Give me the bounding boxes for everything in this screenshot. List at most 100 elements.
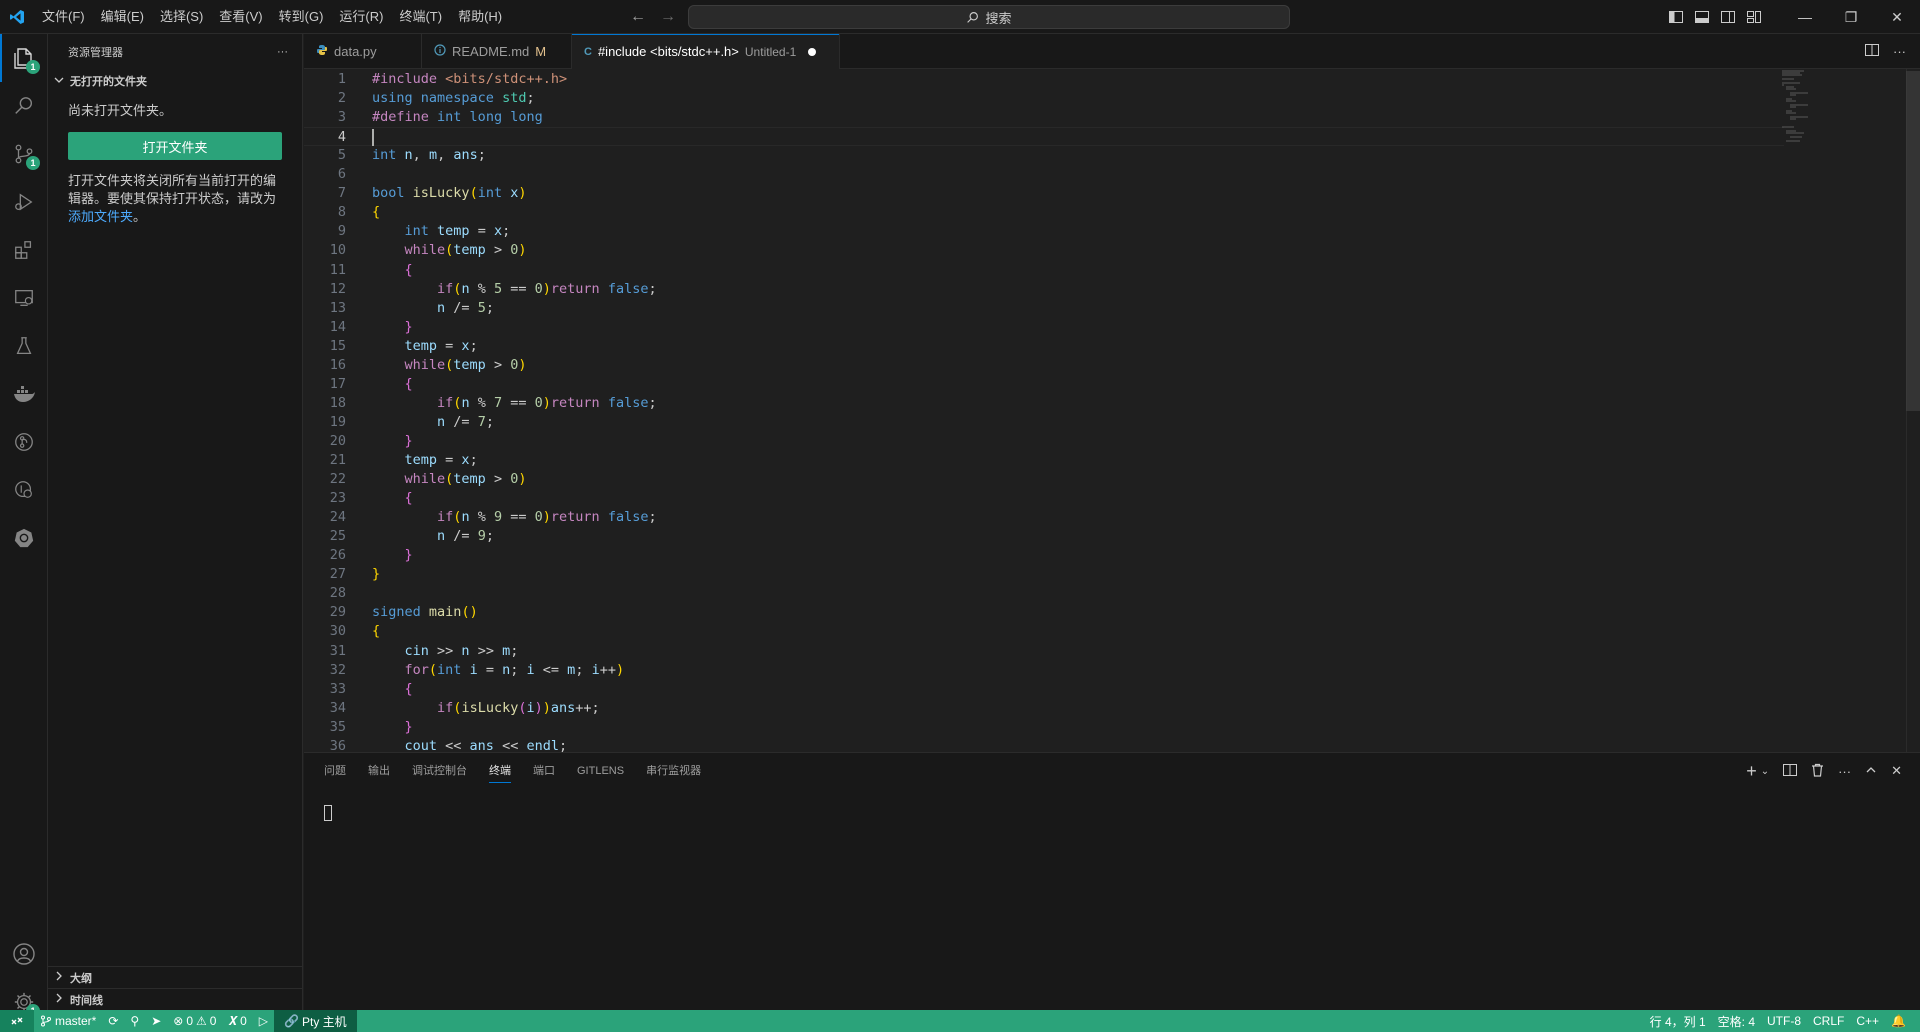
encoding[interactable]: UTF-8 <box>1761 1010 1807 1032</box>
source-control-icon[interactable]: 1 <box>0 130 48 178</box>
menu-help[interactable]: 帮助(H) <box>450 0 510 34</box>
customize-layout-icon[interactable] <box>1746 9 1762 25</box>
code-line[interactable]: 4 <box>304 127 1784 147</box>
close-panel-icon[interactable]: ✕ <box>1891 763 1902 779</box>
code-line[interactable]: 27} <box>304 565 1784 584</box>
tab-readme-md[interactable]: README.md M <box>422 34 572 69</box>
no-folder-section-header[interactable]: 无打开的文件夹 <box>48 70 302 92</box>
live-share-icon[interactable]: ➤ <box>145 1010 167 1032</box>
gitlens-icon[interactable] <box>0 418 48 466</box>
accounts-icon[interactable] <box>0 930 48 978</box>
code-line[interactable]: 33 { <box>304 680 1784 699</box>
code-line[interactable]: 31 cin >> n >> m; <box>304 642 1784 661</box>
panel-tab-problems[interactable]: 问题 <box>324 753 346 789</box>
add-folder-link[interactable]: 添加文件夹 <box>68 209 133 224</box>
remote-explorer-icon[interactable] <box>0 274 48 322</box>
code-line[interactable]: 6 <box>304 165 1784 184</box>
code-line[interactable]: 21 temp = x; <box>304 451 1784 470</box>
code-line[interactable]: 24 if(n % 9 == 0)return false; <box>304 508 1784 527</box>
outline-section-header[interactable]: 大纲 <box>48 966 303 988</box>
toggle-secondary-sidebar-icon[interactable] <box>1720 9 1736 25</box>
code-line[interactable]: 10 while(temp > 0) <box>304 241 1784 260</box>
command-center-search[interactable]: 搜索 <box>688 5 1290 29</box>
new-terminal-icon[interactable]: + <box>1746 761 1757 782</box>
ports-status[interactable]: 𝜲 0 <box>222 1010 252 1032</box>
code-line[interactable]: 20 } <box>304 432 1784 451</box>
panel-tab-debug-console[interactable]: 调试控制台 <box>412 753 467 789</box>
split-terminal-icon[interactable] <box>1783 763 1798 780</box>
code-line[interactable]: 1 #include <bits/stdc++.h> <box>304 70 1784 89</box>
scrollbar-thumb[interactable] <box>1906 71 1920 411</box>
code-line[interactable]: 7 bool isLucky(int x) <box>304 184 1784 203</box>
pty-host-status[interactable]: 🔗 Pty 主机 <box>274 1010 357 1032</box>
panel-tab-serial-monitor[interactable]: 串行监视器 <box>646 753 701 789</box>
indentation[interactable]: 空格: 4 <box>1712 1010 1761 1032</box>
code-line[interactable]: 13 n /= 5; <box>304 299 1784 318</box>
panel-tab-output[interactable]: 输出 <box>368 753 390 789</box>
menu-edit[interactable]: 编辑(E) <box>93 0 152 34</box>
toggle-primary-sidebar-icon[interactable] <box>1668 9 1684 25</box>
code-line[interactable]: 18 if(n % 7 == 0)return false; <box>304 394 1784 413</box>
more-actions-icon[interactable]: ··· <box>1838 764 1851 779</box>
terminal-cursor[interactable] <box>324 805 332 821</box>
code-line[interactable]: 14 } <box>304 318 1784 337</box>
explorer-icon[interactable]: 1 <box>0 34 48 82</box>
remote-indicator-icon[interactable] <box>0 1010 34 1032</box>
code-line[interactable]: 12 if(n % 5 == 0)return false; <box>304 280 1784 299</box>
restore-button[interactable]: ❐ <box>1828 0 1874 34</box>
editor-vertical-scrollbar[interactable] <box>1906 69 1920 752</box>
code-editor[interactable]: 1 #include <bits/stdc++.h> 2 using namespac… <box>304 69 1920 752</box>
menu-run[interactable]: 运行(R) <box>331 0 391 34</box>
minimap[interactable] <box>1780 69 1860 149</box>
code-line[interactable]: 8{ <box>304 203 1784 222</box>
sync-icon[interactable]: ⟳ <box>102 1010 124 1032</box>
code-line[interactable]: 28 <box>304 584 1784 603</box>
code-line[interactable]: 5 int n, m, ans; <box>304 146 1784 165</box>
timeline-section-header[interactable]: 时间线 <box>48 988 303 1010</box>
code-line[interactable]: 19 n /= 7; <box>304 413 1784 432</box>
toggle-panel-icon[interactable] <box>1694 9 1710 25</box>
panel-tab-terminal[interactable]: 终端 <box>489 753 511 789</box>
tab-untitled-1[interactable]: C #include <bits/stdc++.h> Untitled-1 <box>572 34 840 69</box>
trash-icon[interactable] <box>1811 763 1824 780</box>
kubernetes-icon[interactable] <box>0 514 48 562</box>
line-ending[interactable]: CRLF <box>1807 1010 1850 1032</box>
forward-arrow-icon[interactable]: → <box>660 8 676 26</box>
run-icon[interactable]: ▷ <box>253 1010 274 1032</box>
problems-status[interactable]: ⊗ 0 ⚠ 0 <box>167 1010 222 1032</box>
chevron-down-icon[interactable]: ⌄ <box>1761 766 1769 777</box>
code-line[interactable]: 35 } <box>304 718 1784 737</box>
gitlens-inspect-icon[interactable] <box>0 466 48 514</box>
menu-go[interactable]: 转到(G) <box>271 0 332 34</box>
code-line[interactable]: 29 signed main() <box>304 603 1784 622</box>
menu-selection[interactable]: 选择(S) <box>152 0 211 34</box>
code-line[interactable]: 32 for(int i = n; i <= m; i++) <box>304 661 1784 680</box>
more-actions-icon[interactable]: ··· <box>277 46 288 58</box>
minimize-button[interactable]: — <box>1782 0 1828 34</box>
code-line[interactable]: 11 { <box>304 261 1784 280</box>
search-view-icon[interactable] <box>0 82 48 130</box>
menu-view[interactable]: 查看(V) <box>211 0 270 34</box>
open-folder-button[interactable]: 打开文件夹 <box>68 132 282 160</box>
code-line[interactable]: 3 #define int long long <box>304 108 1784 127</box>
run-debug-icon[interactable] <box>0 178 48 226</box>
code-line[interactable]: 25 n /= 9; <box>304 527 1784 546</box>
branch-status[interactable]: master* <box>34 1010 102 1032</box>
more-actions-icon[interactable]: ··· <box>1893 44 1906 59</box>
testing-icon[interactable] <box>0 322 48 370</box>
back-arrow-icon[interactable]: ← <box>630 8 646 26</box>
code-line[interactable]: 30 { <box>304 622 1784 641</box>
code-line[interactable]: 2 using namespace std; <box>304 89 1784 108</box>
language-mode[interactable]: C++ <box>1850 1010 1885 1032</box>
code-line[interactable]: 17 { <box>304 375 1784 394</box>
tab-data-py[interactable]: data.py <box>304 34 422 69</box>
split-editor-icon[interactable] <box>1865 43 1879 60</box>
extensions-icon[interactable] <box>0 226 48 274</box>
code-line[interactable]: 15 temp = x; <box>304 337 1784 356</box>
close-window-button[interactable]: ✕ <box>1874 0 1920 34</box>
code-line[interactable]: 9 int temp = x; <box>304 222 1784 241</box>
gitlens-status-icon[interactable]: ⚲ <box>124 1010 145 1032</box>
docker-icon[interactable] <box>0 370 48 418</box>
cursor-position[interactable]: 行 4，列 1 <box>1644 1010 1712 1032</box>
code-line[interactable]: 22 while(temp > 0) <box>304 470 1784 489</box>
